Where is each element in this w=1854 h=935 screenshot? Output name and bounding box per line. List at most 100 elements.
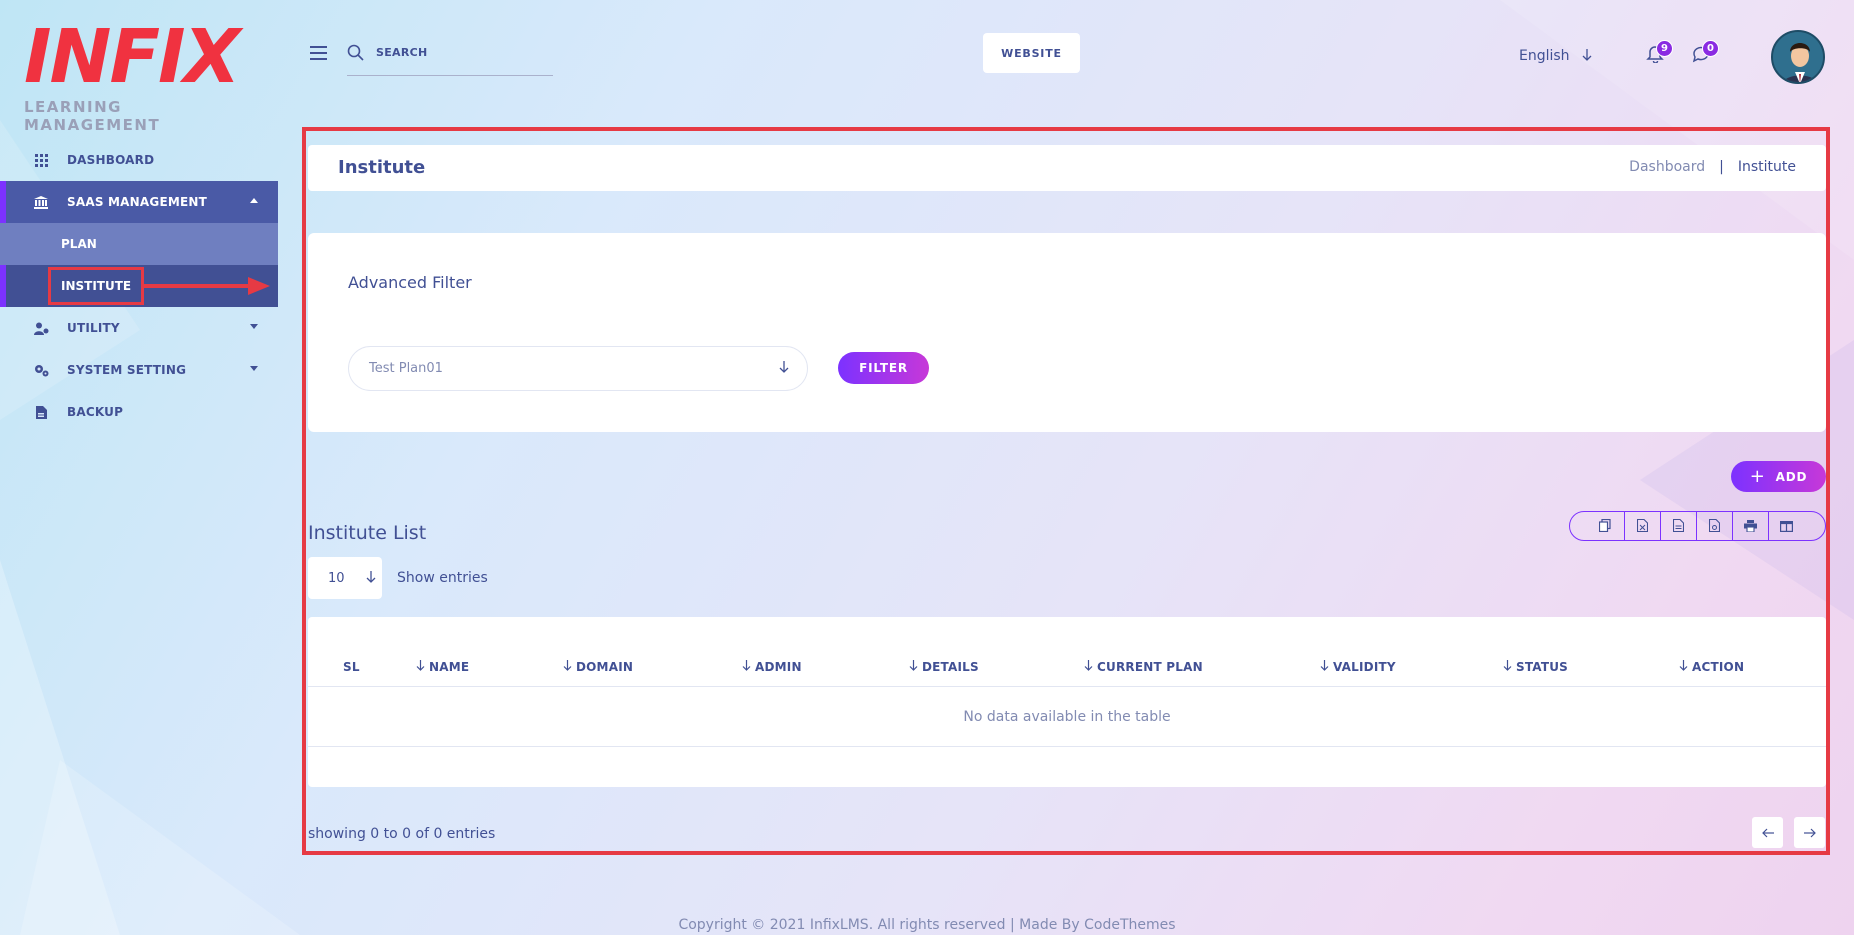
institute-table: SL NAME DOMAIN ADMIN DETAILS CURRENT PLA…: [308, 617, 1826, 787]
bank-icon: [33, 194, 49, 210]
empty-table-message: No data available in the table: [308, 687, 1826, 747]
column-header-domain[interactable]: DOMAIN: [563, 660, 633, 674]
logo-subtitle: LEARNING MANAGEMENT: [24, 98, 161, 134]
print-icon: [1744, 517, 1757, 536]
annotation-arrow-line: [141, 284, 251, 288]
institute-list-title: Institute List: [308, 522, 427, 544]
sidebar-item-label: SYSTEM SETTING: [67, 363, 187, 377]
plan-select[interactable]: Test Plan01: [348, 346, 808, 391]
grid-icon: [33, 152, 49, 168]
sidebar-subitem-plan[interactable]: PLAN: [0, 223, 278, 265]
gears-icon: [33, 362, 49, 378]
pagination-info: showing 0 to 0 of 0 entries: [308, 826, 496, 842]
sidebar-item-backup[interactable]: BACKUP: [0, 391, 278, 433]
language-selector[interactable]: English: [1519, 47, 1592, 65]
table-header: SL NAME DOMAIN ADMIN DETAILS CURRENT PLA…: [308, 652, 1826, 687]
excel-button[interactable]: [1624, 512, 1660, 540]
chevron-down-icon: [250, 366, 258, 371]
breadcrumb-current: Institute: [1737, 159, 1796, 175]
arrow-down-icon: [1582, 49, 1592, 65]
sort-arrow-icon: [1503, 660, 1512, 674]
copy-button[interactable]: [1586, 512, 1624, 540]
add-button-label: ADD: [1775, 469, 1808, 484]
column-label: STATUS: [1516, 660, 1569, 674]
avatar[interactable]: [1771, 30, 1825, 84]
print-button[interactable]: [1732, 512, 1768, 540]
messages-button[interactable]: 0: [1692, 40, 1719, 67]
language-label: English: [1519, 48, 1570, 64]
sidebar-item-label: SAAS MANAGEMENT: [67, 195, 208, 209]
sort-arrow-icon: [1320, 660, 1329, 674]
sort-arrow-icon: [416, 660, 425, 674]
column-label: ACTION: [1692, 660, 1745, 674]
columns-icon: [1780, 517, 1794, 536]
column-label: NAME: [429, 660, 470, 674]
sort-arrow-icon: [563, 660, 572, 674]
search-bar: [347, 38, 553, 76]
breadcrumb-separator: |: [1719, 159, 1724, 175]
user-gear-icon: [33, 320, 49, 336]
filter-title: Advanced Filter: [348, 273, 472, 292]
notifications-button[interactable]: 9: [1646, 40, 1673, 67]
menu-toggle-icon[interactable]: [310, 46, 327, 60]
column-label: CURRENT PLAN: [1097, 660, 1203, 674]
entries-per-page-select[interactable]: 10: [308, 557, 382, 599]
column-header-details[interactable]: DETAILS: [909, 660, 979, 674]
column-header-name[interactable]: NAME: [416, 660, 469, 674]
pdf-icon: [1708, 517, 1721, 536]
columns-button[interactable]: [1768, 512, 1804, 540]
footer-copyright: Copyright © 2021 InfixLMS. All rights re…: [678, 917, 1176, 933]
pdf-button[interactable]: [1696, 512, 1732, 540]
column-label: DETAILS: [922, 660, 979, 674]
sidebar-item-utility[interactable]: UTILITY: [0, 307, 278, 349]
logo-text: INFIX: [24, 14, 241, 100]
previous-page-button[interactable]: [1752, 817, 1783, 848]
chevron-down-icon: [250, 324, 258, 329]
sidebar: INFIX LEARNING MANAGEMENT DASHBOARD SAAS…: [0, 0, 278, 935]
sort-arrow-icon: [1084, 660, 1093, 674]
arrow-down-icon: [779, 361, 789, 377]
next-page-button[interactable]: [1794, 817, 1825, 848]
entries-label: Show entries: [397, 570, 488, 586]
advanced-filter-panel: Advanced Filter Test Plan01 FILTER: [308, 233, 1826, 432]
search-icon: [347, 44, 364, 65]
arrow-down-icon: [366, 571, 376, 587]
messages-badge: 0: [1702, 40, 1719, 57]
arrow-right-icon: [1803, 823, 1816, 842]
copy-icon: [1598, 517, 1611, 536]
column-header-current-plan[interactable]: CURRENT PLAN: [1084, 660, 1203, 674]
breadcrumb: Dashboard | Institute: [1629, 159, 1796, 175]
sidebar-item-dashboard[interactable]: DASHBOARD: [0, 139, 278, 181]
csv-button[interactable]: [1660, 512, 1696, 540]
breadcrumb-dashboard-link[interactable]: Dashboard: [1629, 159, 1705, 175]
column-header-status[interactable]: STATUS: [1503, 660, 1568, 674]
sort-arrow-icon: [1679, 660, 1688, 674]
sidebar-subitem-label: PLAN: [61, 237, 97, 251]
notifications-badge: 9: [1656, 40, 1673, 57]
page-header: Institute Dashboard | Institute: [308, 145, 1826, 191]
sidebar-item-label: BACKUP: [67, 405, 124, 419]
search-input[interactable]: [376, 46, 526, 59]
annotation-arrow-head: [248, 277, 270, 295]
logo[interactable]: INFIX LEARNING MANAGEMENT: [24, 14, 264, 134]
website-button[interactable]: WEBSITE: [983, 33, 1080, 73]
column-header-action[interactable]: ACTION: [1679, 660, 1744, 674]
column-header-validity[interactable]: VALIDITY: [1320, 660, 1396, 674]
sidebar-subitem-label: INSTITUTE: [48, 267, 145, 305]
excel-icon: [1636, 517, 1649, 536]
sort-arrow-icon: [742, 660, 751, 674]
column-header-admin[interactable]: ADMIN: [742, 660, 802, 674]
column-header-sl[interactable]: SL: [343, 660, 360, 674]
sidebar-item-saas-management[interactable]: SAAS MANAGEMENT: [0, 181, 278, 223]
chevron-up-icon: [250, 198, 258, 203]
plus-icon: +: [1749, 466, 1766, 487]
arrow-left-icon: [1761, 823, 1774, 842]
add-institute-button[interactable]: + ADD: [1731, 461, 1826, 492]
entries-value: 10: [328, 570, 345, 586]
sidebar-item-system-setting[interactable]: SYSTEM SETTING: [0, 349, 278, 391]
column-label: DOMAIN: [576, 660, 634, 674]
page-title: Institute: [338, 157, 426, 178]
column-label: VALIDITY: [1333, 660, 1396, 674]
sidebar-item-label: UTILITY: [67, 321, 120, 335]
filter-button[interactable]: FILTER: [838, 352, 929, 384]
